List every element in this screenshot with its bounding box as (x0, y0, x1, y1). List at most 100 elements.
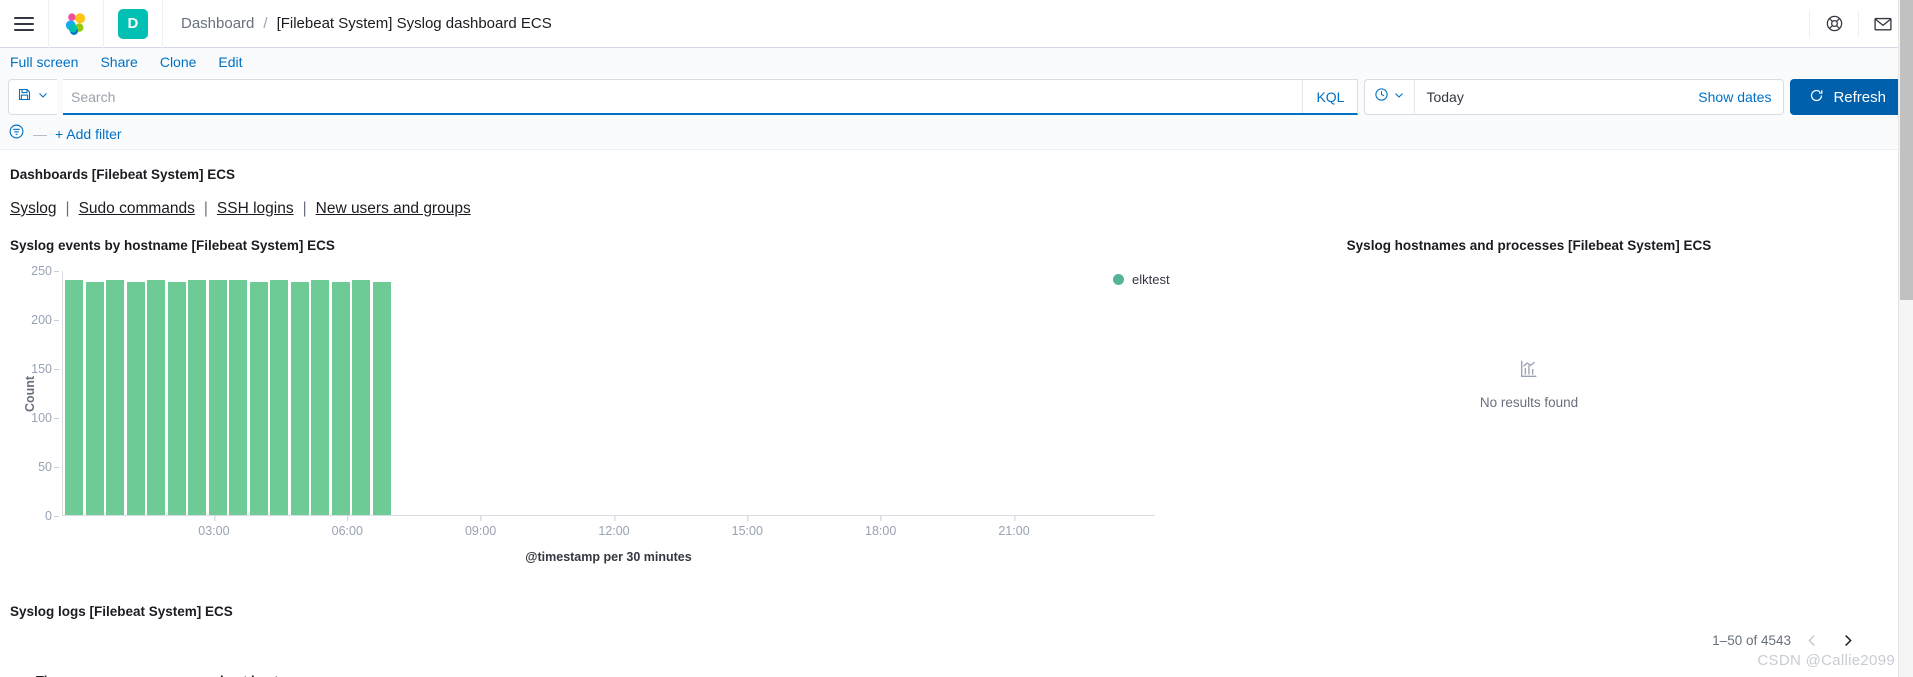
table-pagination: 1–50 of 4543 (1712, 626, 1861, 654)
date-picker: Today Show dates (1364, 79, 1785, 115)
edit-link[interactable]: Edit (218, 54, 242, 70)
nav-menu-button[interactable] (0, 0, 49, 48)
bar-03:30[interactable] (208, 279, 227, 515)
show-dates-button[interactable]: Show dates (1686, 89, 1783, 105)
hamburger-menu-icon (14, 16, 34, 31)
header-right-group (1809, 0, 1907, 47)
panel-syslog-hostnames-processes: Syslog hostnames and processes [Filebeat… (1155, 238, 1903, 564)
pagination-count: 1–50 of 4543 (1712, 632, 1791, 648)
column-header-time[interactable]: Time (10, 667, 220, 677)
visualization-row: Syslog events by hostname [Filebeat Syst… (10, 238, 1903, 564)
plot-area (62, 271, 1155, 516)
header-left-group: D Dashboard / [Filebeat System] Syslog d… (0, 0, 552, 48)
bar-series-elktest (65, 271, 1155, 515)
column-header-message[interactable]: message (516, 667, 1903, 677)
bar-06:30[interactable] (331, 281, 350, 515)
x-tick-09:00: 09:00 (465, 516, 496, 538)
y-tick-150: 150 (31, 362, 59, 376)
kibana-dashboard-app: D Dashboard / [Filebeat System] Syslog d… (0, 0, 1913, 677)
link-syslog[interactable]: Syslog (10, 200, 57, 218)
page-scrollbar[interactable] (1898, 0, 1913, 677)
dashboard-action-bar: Full screen Share Clone Edit (0, 48, 1913, 76)
bar-02:00[interactable] (147, 279, 165, 515)
bar-02:30[interactable] (167, 281, 186, 515)
bar-00:30[interactable] (85, 281, 104, 515)
chevron-right-icon[interactable] (1833, 626, 1861, 654)
x-tick-21:00: 21:00 (998, 516, 1030, 538)
link-pipe-3: | (302, 200, 307, 217)
search-input[interactable] (63, 80, 1303, 113)
query-language-button[interactable]: KQL (1302, 80, 1357, 113)
link-pipe-2: | (203, 200, 208, 217)
no-results-placeholder: No results found (1155, 358, 1903, 410)
refresh-button[interactable]: Refresh (1790, 79, 1905, 115)
date-quick-select-button[interactable] (1365, 80, 1416, 114)
bar-05:30[interactable] (290, 281, 309, 515)
search-bar-container: KQL (63, 79, 1359, 115)
panel-syslog-events-by-hostname: Syslog events by hostname [Filebeat Syst… (10, 238, 1170, 564)
markdown-panel-title: Dashboards [Filebeat System] ECS (10, 167, 236, 182)
y-tick-0: 0 (45, 509, 59, 523)
refresh-label: Refresh (1833, 88, 1886, 106)
bar-05:00[interactable] (270, 279, 288, 515)
filter-bar: — + Add filter (0, 118, 1913, 150)
full-screen-link[interactable]: Full screen (10, 54, 78, 70)
x-axis-ticks: 03:00 06:00 09:00 12:00 15:00 18:00 21:00 (62, 516, 1155, 544)
chevron-down-icon (1393, 88, 1405, 106)
scrollbar-thumb[interactable] (1900, 0, 1913, 300)
column-header-host-hostname[interactable]: host.hostname (220, 667, 368, 677)
x-tick-06:00: 06:00 (332, 516, 363, 538)
bar-01:00[interactable] (106, 279, 124, 515)
breadcrumb: Dashboard / [Filebeat System] Syslog das… (163, 15, 552, 32)
link-sudo-commands[interactable]: Sudo commands (79, 200, 195, 218)
filter-separator: — (33, 125, 47, 142)
y-tick-250: 250 (31, 264, 59, 278)
global-header: D Dashboard / [Filebeat System] Syslog d… (0, 0, 1913, 48)
clone-link[interactable]: Clone (160, 54, 197, 70)
logs-panel-title: Syslog logs [Filebeat System] ECS (10, 604, 233, 619)
clock-icon (1374, 87, 1389, 107)
bar-04:30[interactable] (249, 281, 268, 515)
refresh-icon (1809, 88, 1824, 107)
bar-chart-panel-title: Syslog events by hostname [Filebeat Syst… (10, 238, 335, 253)
chevron-down-icon (37, 88, 49, 106)
space-switcher-button[interactable]: D (104, 0, 163, 48)
markdown-links-row: Syslog | Sudo commands | SSH logins | Ne… (10, 200, 1903, 218)
panel-syslog-logs: Syslog logs [Filebeat System] ECS 1–50 o… (10, 604, 1903, 677)
filter-funnel-icon[interactable] (8, 123, 25, 145)
logs-table: Time host.hostname process.name message (10, 667, 1903, 677)
bar-00:00[interactable] (65, 279, 83, 515)
column-header-process-name[interactable]: process.name (368, 667, 516, 677)
bar-07:30[interactable] (372, 281, 391, 515)
bar-03:00[interactable] (188, 279, 206, 515)
legend-color-dot (1113, 274, 1124, 285)
breadcrumb-separator: / (263, 15, 268, 32)
breadcrumb-current: [Filebeat System] Syslog dashboard ECS (276, 15, 552, 32)
date-range-value[interactable]: Today (1415, 89, 1686, 105)
bar-04:00[interactable] (229, 279, 247, 515)
bar-07:00[interactable] (352, 279, 370, 515)
save-disk-icon (17, 87, 32, 107)
help-icon[interactable] (1810, 0, 1858, 48)
space-avatar: D (118, 8, 148, 39)
visualization-chart-icon (1518, 358, 1540, 383)
no-results-text: No results found (1479, 395, 1579, 410)
saved-query-button[interactable] (8, 79, 57, 115)
bar-06:00[interactable] (311, 279, 329, 515)
y-tick-50: 50 (38, 460, 59, 474)
table-header-row: Time host.hostname process.name message (10, 667, 1903, 677)
breadcrumb-dashboard[interactable]: Dashboard (181, 15, 254, 32)
elastic-logo-button[interactable] (49, 0, 104, 48)
chevron-left-icon[interactable] (1798, 626, 1826, 654)
x-axis-label: @timestamp per 30 minutes (525, 550, 692, 564)
bar-01:30[interactable] (126, 281, 145, 515)
share-link[interactable]: Share (100, 54, 137, 70)
link-ssh-logins[interactable]: SSH logins (217, 200, 294, 218)
link-new-users-and-groups[interactable]: New users and groups (316, 200, 471, 218)
elastic-logo-icon (63, 11, 89, 37)
panel-markdown-nav: Dashboards [Filebeat System] ECS Syslog … (10, 160, 1903, 218)
add-filter-button[interactable]: + Add filter (55, 126, 122, 142)
y-axis-ticks: 0 50 100 150 200 250 (24, 264, 60, 523)
x-tick-18:00: 18:00 (865, 516, 896, 538)
y-tick-200: 200 (31, 313, 59, 327)
